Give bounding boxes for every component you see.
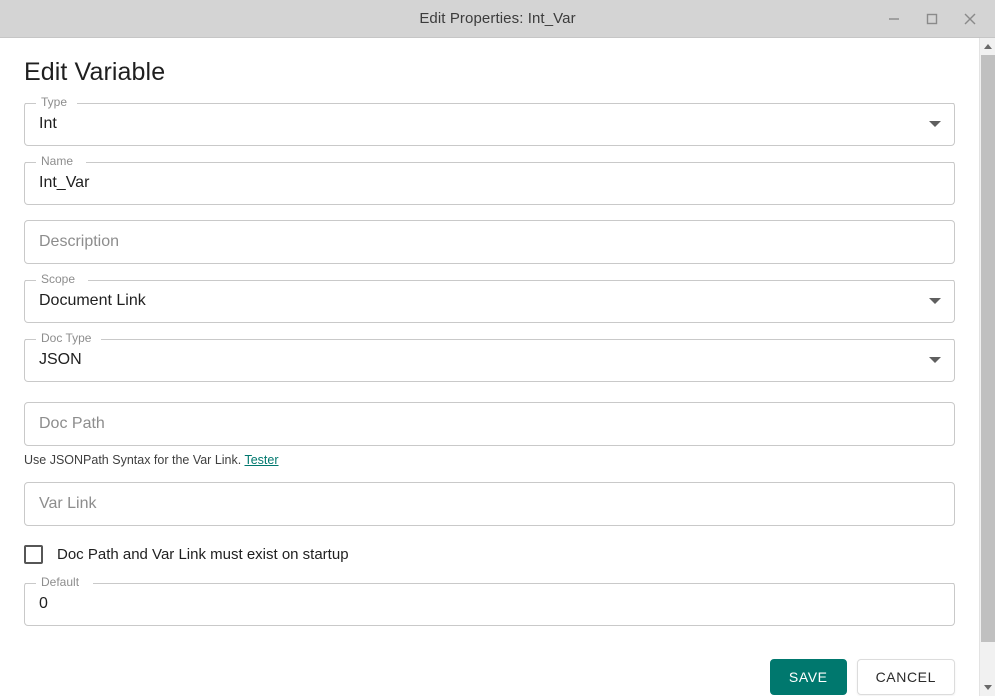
notch-left xyxy=(25,339,36,340)
edit-properties-window: Edit Properties: Int_Var Edit Variable T… xyxy=(0,0,995,696)
dialog-actions: SAVE CANCEL xyxy=(24,659,955,696)
scrollbar-thumb[interactable] xyxy=(980,55,995,642)
chevron-down-icon[interactable] xyxy=(929,298,941,304)
field-scope[interactable]: Scope Document Link xyxy=(24,271,955,323)
startup-requirement-row[interactable]: Doc Path and Var Link must exist on star… xyxy=(24,544,955,564)
chevron-down-icon[interactable] xyxy=(929,357,941,363)
maximize-button[interactable] xyxy=(913,0,951,38)
startup-requirement-checkbox[interactable] xyxy=(24,544,43,564)
minimize-button[interactable] xyxy=(875,0,913,38)
scroll-down-arrow-icon xyxy=(983,685,992,690)
field-doc-type[interactable]: Doc Type JSON xyxy=(24,330,955,382)
scroll-down-button[interactable] xyxy=(979,679,995,696)
field-placeholder-doc-path[interactable]: Doc Path xyxy=(39,402,913,446)
close-icon xyxy=(962,11,978,27)
title-bar: Edit Properties: Int_Var xyxy=(0,0,995,38)
dialog-body: Edit Variable Type Int Name Int_Var Desc… xyxy=(0,38,995,696)
field-default[interactable]: Default 0 xyxy=(24,574,955,626)
notch-left xyxy=(25,280,36,281)
field-var-link[interactable]: Var Link xyxy=(24,482,955,526)
field-placeholder-description[interactable]: Description xyxy=(39,220,913,264)
page-title: Edit Variable xyxy=(24,58,166,86)
startup-requirement-label: Doc Path and Var Link must exist on star… xyxy=(57,545,349,563)
minimize-icon xyxy=(887,12,901,26)
doc-path-hint: Use JSONPath Syntax for the Var Link. Te… xyxy=(24,453,955,468)
scrollbar-track[interactable] xyxy=(979,55,995,679)
chevron-down-icon[interactable] xyxy=(929,121,941,127)
field-value-name[interactable]: Int_Var xyxy=(39,161,913,205)
vertical-scrollbar[interactable] xyxy=(979,38,995,696)
hint-text: Use JSONPath Syntax for the Var Link. xyxy=(24,453,242,467)
notch-left xyxy=(25,162,36,163)
tester-link[interactable]: Tester xyxy=(244,453,278,467)
cancel-button[interactable]: CANCEL xyxy=(856,659,955,695)
save-button[interactable]: SAVE xyxy=(769,659,847,695)
notch-left xyxy=(25,583,36,584)
field-value-scope[interactable]: Document Link xyxy=(39,279,913,323)
close-button[interactable] xyxy=(951,0,989,38)
form-content: Edit Variable Type Int Name Int_Var Desc… xyxy=(0,38,979,696)
field-value-doc-type[interactable]: JSON xyxy=(39,338,913,382)
window-controls xyxy=(875,0,995,37)
window-title: Edit Properties: Int_Var xyxy=(419,10,576,27)
field-description[interactable]: Description xyxy=(24,220,955,264)
scroll-up-button[interactable] xyxy=(979,38,995,55)
field-name[interactable]: Name Int_Var xyxy=(24,153,955,205)
field-type[interactable]: Type Int xyxy=(24,94,955,146)
notch-left xyxy=(25,103,36,104)
field-value-default[interactable]: 0 xyxy=(39,582,913,626)
field-placeholder-var-link[interactable]: Var Link xyxy=(39,482,913,526)
scroll-up-arrow-icon xyxy=(983,44,992,49)
maximize-icon xyxy=(925,12,939,26)
field-value-type[interactable]: Int xyxy=(39,102,913,146)
field-doc-path[interactable]: Doc Path xyxy=(24,402,955,446)
